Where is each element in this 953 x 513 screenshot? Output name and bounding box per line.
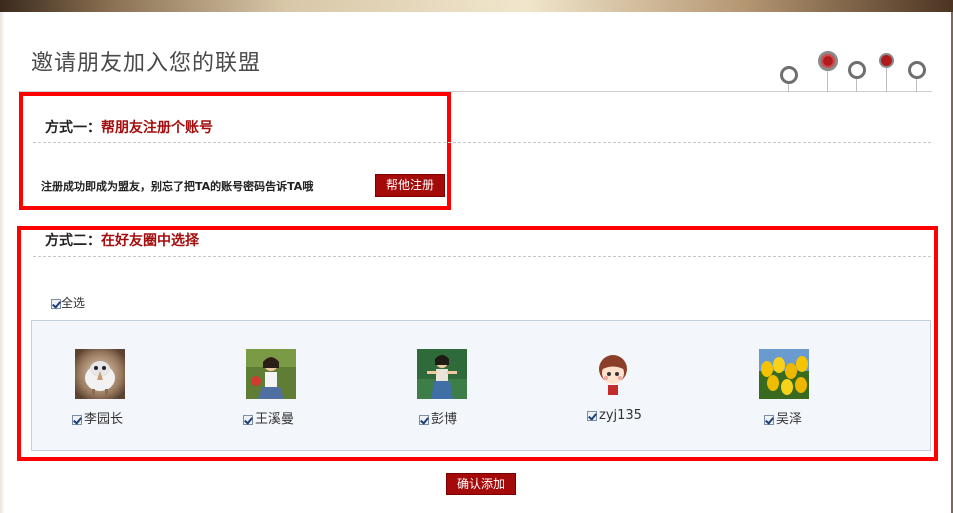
progress-steps (775, 48, 935, 94)
method2-divider (33, 256, 931, 257)
method2-heading: 方式二：在好友圈中选择 (45, 230, 199, 250)
friend-label[interactable]: 王溪曼 (243, 408, 294, 427)
step-stem (788, 84, 789, 92)
select-all-option[interactable]: 全选 (51, 294, 85, 311)
friend-checkbox[interactable] (243, 414, 253, 425)
friend-label[interactable]: 彭博 (419, 408, 457, 427)
friend-name: 彭博 (431, 412, 458, 427)
friend-label[interactable]: 吴泽 (764, 408, 802, 427)
confirm-add-button[interactable]: 确认添加 (446, 473, 516, 495)
top-decorative-strip (0, 0, 953, 12)
friend-checkbox[interactable] (587, 410, 597, 421)
step-stem (886, 68, 887, 92)
friend-label[interactable]: 李园长 (72, 408, 123, 427)
method1-heading: 方式一：帮朋友注册个账号 (45, 117, 213, 137)
friend-name: zyj135 (599, 408, 642, 423)
yellow-tulips-avatar-icon (759, 349, 809, 399)
select-all-checkbox[interactable] (51, 298, 61, 309)
method2-title: 在好友圈中选择 (101, 233, 199, 249)
step-3-icon (848, 61, 866, 79)
page-title: 邀请朋友加入您的联盟 (31, 51, 262, 76)
step-1-icon (780, 66, 798, 84)
step-stem (916, 79, 917, 92)
method1-prefix: 方式一： (45, 120, 101, 136)
step-stem (856, 79, 857, 92)
friend-name: 李园长 (84, 412, 124, 427)
friend-checkbox[interactable] (72, 414, 82, 425)
method2-prefix: 方式二： (45, 233, 101, 249)
friend-checkbox[interactable] (419, 414, 429, 425)
step-2-icon (818, 51, 838, 71)
friends-panel: 李园长 王溪曼 彭博 zyj135 吴泽 (31, 320, 931, 451)
method1-divider (33, 142, 931, 143)
cartoon-girl-avatar-icon (588, 349, 638, 399)
friend-name: 王溪曼 (255, 412, 295, 427)
kiwi-bird-avatar-icon (75, 349, 125, 399)
step-stem (827, 71, 828, 92)
method1-title: 帮朋友注册个账号 (101, 120, 213, 136)
register-for-friend-button[interactable]: 帮他注册 (375, 174, 445, 197)
girl-photo-avatar-icon (246, 349, 296, 399)
friend-name: 吴泽 (776, 412, 803, 427)
card-left-edge (0, 12, 5, 513)
method1-hint: 注册成功即成为盟友，别忘了把TA的账号密码告诉TA哦 (41, 180, 314, 193)
girl-green-wall-avatar-icon (417, 349, 467, 399)
friend-checkbox[interactable] (764, 414, 774, 425)
select-all-label: 全选 (61, 296, 86, 310)
step-4-icon (879, 53, 894, 68)
step-5-icon (908, 61, 926, 79)
friend-label[interactable]: zyj135 (587, 408, 642, 423)
